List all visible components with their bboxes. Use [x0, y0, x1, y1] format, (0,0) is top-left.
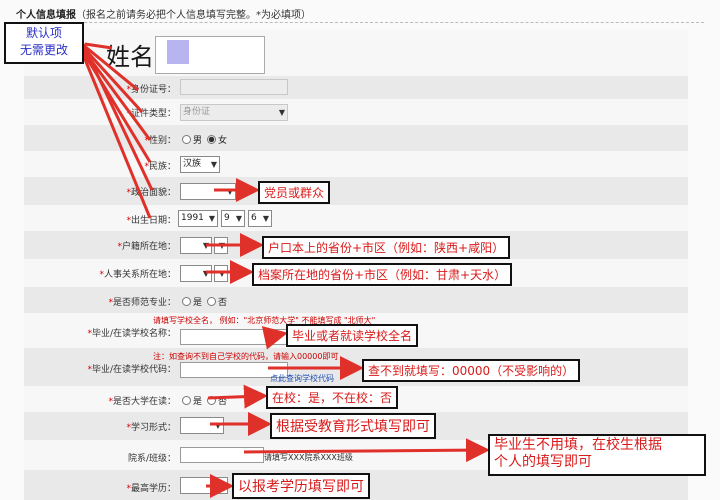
school-name-field[interactable]	[180, 329, 288, 345]
radio-normal-yes[interactable]	[182, 297, 191, 306]
chevron-down-icon: ▼	[278, 108, 285, 117]
degree-label: 最高学历：	[130, 484, 176, 494]
school-name-label: 毕业/在读学校名称：	[91, 329, 176, 339]
political-select[interactable]: ▼	[180, 183, 236, 200]
chevron-down-icon: ▼	[202, 241, 209, 250]
school-code-lookup-link[interactable]: 点此查询学校代码	[270, 373, 334, 384]
callout-study-form: 根据受教育形式填写即可	[270, 413, 436, 439]
in-school-yes-option[interactable]: 是	[182, 394, 202, 407]
school-code-label: 毕业/在读学校代码：	[91, 365, 176, 375]
radio-in-school-no[interactable]	[207, 396, 216, 405]
study-form-select[interactable]: ▼	[180, 417, 224, 434]
hukou-city-select[interactable]: ▼	[214, 237, 228, 254]
id-row: *身份证号：	[24, 76, 688, 99]
chevron-down-icon: ▼	[214, 421, 221, 430]
normal-yes-option[interactable]: 是	[182, 295, 202, 308]
chevron-down-icon: ▼	[202, 269, 209, 278]
callout-dept-line2: 个人的填写即可	[494, 454, 592, 470]
gender-male-option[interactable]: 男	[182, 133, 202, 146]
dept-label: 院系/班级：	[127, 454, 176, 464]
header-divider	[14, 22, 704, 23]
callout-hukou: 户口本上的省份+市区（例如：陕西+咸阳）	[262, 236, 511, 259]
birth-year-select[interactable]: 1991 ▼	[178, 210, 218, 227]
dept-note: 请填写XXX院系XXX班级	[264, 453, 353, 462]
normal-no-option[interactable]: 否	[207, 295, 227, 308]
id-type-select[interactable]: 身份证 ▼	[180, 104, 288, 121]
callout-default-line2: 无需更改	[19, 43, 68, 57]
political-label: 政治面貌：	[130, 188, 176, 198]
chevron-down-icon: ▼	[210, 160, 217, 169]
birth-day-select[interactable]: 6 ▼	[248, 210, 272, 227]
chevron-down-icon: ▼	[208, 214, 215, 223]
school-code-row: *毕业/在读学校代码： 注：如查询不到自己学校的代码，请输入00000即可 点此…	[24, 348, 688, 386]
in-school-no-option[interactable]: 否	[207, 394, 227, 407]
ethnicity-row: *民族： 汉族 ▼	[24, 151, 688, 177]
hukou-province-select[interactable]: ▼	[180, 237, 212, 254]
normal-major-row: *是否师范专业： 是 否	[24, 287, 688, 313]
gender-row: *性别： 男 女	[24, 125, 688, 151]
gender-female-option[interactable]: 女	[207, 133, 227, 146]
callout-school-name: 毕业或者就读学校全名	[286, 324, 419, 347]
radio-in-school-yes[interactable]	[182, 396, 191, 405]
callout-degree: 以报考学历填写即可	[232, 473, 370, 499]
chevron-down-icon: ▼	[235, 214, 242, 223]
callout-archive: 档案所在地的省份+市区（例如：甘肃+天水）	[252, 263, 513, 286]
study-form-label: 学习形式：	[130, 423, 176, 433]
school-code-hint: 注：如查询不到自己学校的代码，请输入00000即可	[153, 352, 339, 361]
birth-month-select[interactable]: 9 ▼	[221, 210, 245, 227]
radio-female[interactable]	[207, 135, 216, 144]
chevron-down-icon: ▼	[226, 187, 233, 196]
ethnicity-select[interactable]: 汉族 ▼	[180, 156, 220, 173]
chevron-down-icon: ▼	[218, 481, 225, 490]
radio-male[interactable]	[182, 135, 191, 144]
form-title: 个人信息填报	[16, 10, 76, 21]
id-type-row: *证件类型： 身份证 ▼	[24, 99, 688, 125]
archive-city-select[interactable]: ▼	[214, 265, 228, 282]
birth-label: 出生日期：	[130, 216, 176, 226]
archive-province-select[interactable]: ▼	[180, 265, 212, 282]
id-type-label: 证件类型：	[130, 109, 176, 119]
id-label: 身份证号：	[130, 85, 176, 95]
callout-political: 党员或群众	[258, 181, 331, 204]
birth-row: *出生日期： 1991 ▼ 9 ▼ 6 ▼	[24, 205, 688, 231]
chevron-down-icon: ▼	[262, 214, 269, 223]
in-school-label: 是否大学在读：	[112, 397, 176, 407]
name-redacted	[167, 40, 189, 64]
political-row: *政治面貌： ▼	[24, 177, 688, 205]
chevron-down-icon: ▼	[218, 241, 225, 250]
callout-dept-line1: 毕业生不用填，在校生根据	[494, 437, 662, 453]
chevron-down-icon: ▼	[218, 269, 225, 278]
id-number-field[interactable]	[180, 79, 288, 95]
degree-select[interactable]: ▼	[180, 477, 228, 494]
normal-label: 是否师范专业：	[112, 298, 176, 308]
radio-normal-no[interactable]	[207, 297, 216, 306]
form-page: 个人信息填报（报名之前请务必把个人信息填写完整。*为必填项） 姓名： *身份证号…	[0, 0, 720, 500]
dept-field[interactable]	[180, 447, 264, 463]
form-header: 个人信息填报（报名之前请务必把个人信息填写完整。*为必填项）	[16, 6, 311, 21]
callout-default: 默认项 无需更改	[4, 22, 84, 64]
hukou-label: 户籍所在地：	[121, 242, 176, 252]
callout-school-code: 查不到就填写：00000（不受影响的）	[362, 359, 581, 382]
callout-in-school: 在校：是，不在校：否	[266, 386, 399, 409]
archive-label: 人事关系所在地：	[103, 270, 176, 280]
callout-dept: 毕业生不用填，在校生根据 个人的填写即可	[488, 434, 706, 476]
ethnicity-label: 民族：	[148, 162, 176, 172]
callout-default-line1: 默认项	[25, 26, 62, 40]
gender-label: 性别：	[148, 136, 176, 146]
form-note: （报名之前请务必把个人信息填写完整。*为必填项）	[76, 10, 311, 21]
